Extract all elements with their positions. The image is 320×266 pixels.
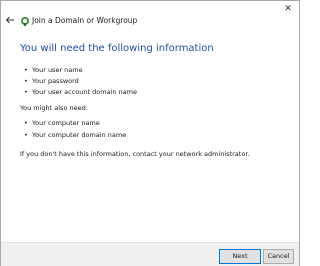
list-item: Your password	[24, 77, 79, 85]
admin-contact-note: If you don't have this information, cont…	[20, 150, 250, 158]
cancel-button[interactable]: Cancel	[263, 249, 294, 264]
wizard-titlebar: ✕ Join a Domain or Workgroup	[1, 1, 299, 31]
close-icon[interactable]: ✕	[283, 4, 293, 14]
wizard-footer: Next Cancel	[1, 242, 299, 266]
list-item: Your computer domain name	[24, 131, 126, 139]
next-button[interactable]: Next	[219, 249, 261, 264]
network-wizard-icon	[21, 17, 29, 26]
page-title: You will need the following information	[20, 43, 214, 54]
list-item: Your user account domain name	[24, 88, 137, 96]
back-arrow-icon[interactable]	[5, 15, 15, 25]
list-item: Your computer name	[24, 119, 100, 127]
wizard-title: Join a Domain or Workgroup	[32, 16, 138, 25]
optional-info-label: You might also need:	[20, 104, 88, 112]
list-item: Your user name	[24, 66, 83, 74]
join-domain-wizard-window: ✕ Join a Domain or Workgroup You will ne…	[0, 0, 300, 266]
